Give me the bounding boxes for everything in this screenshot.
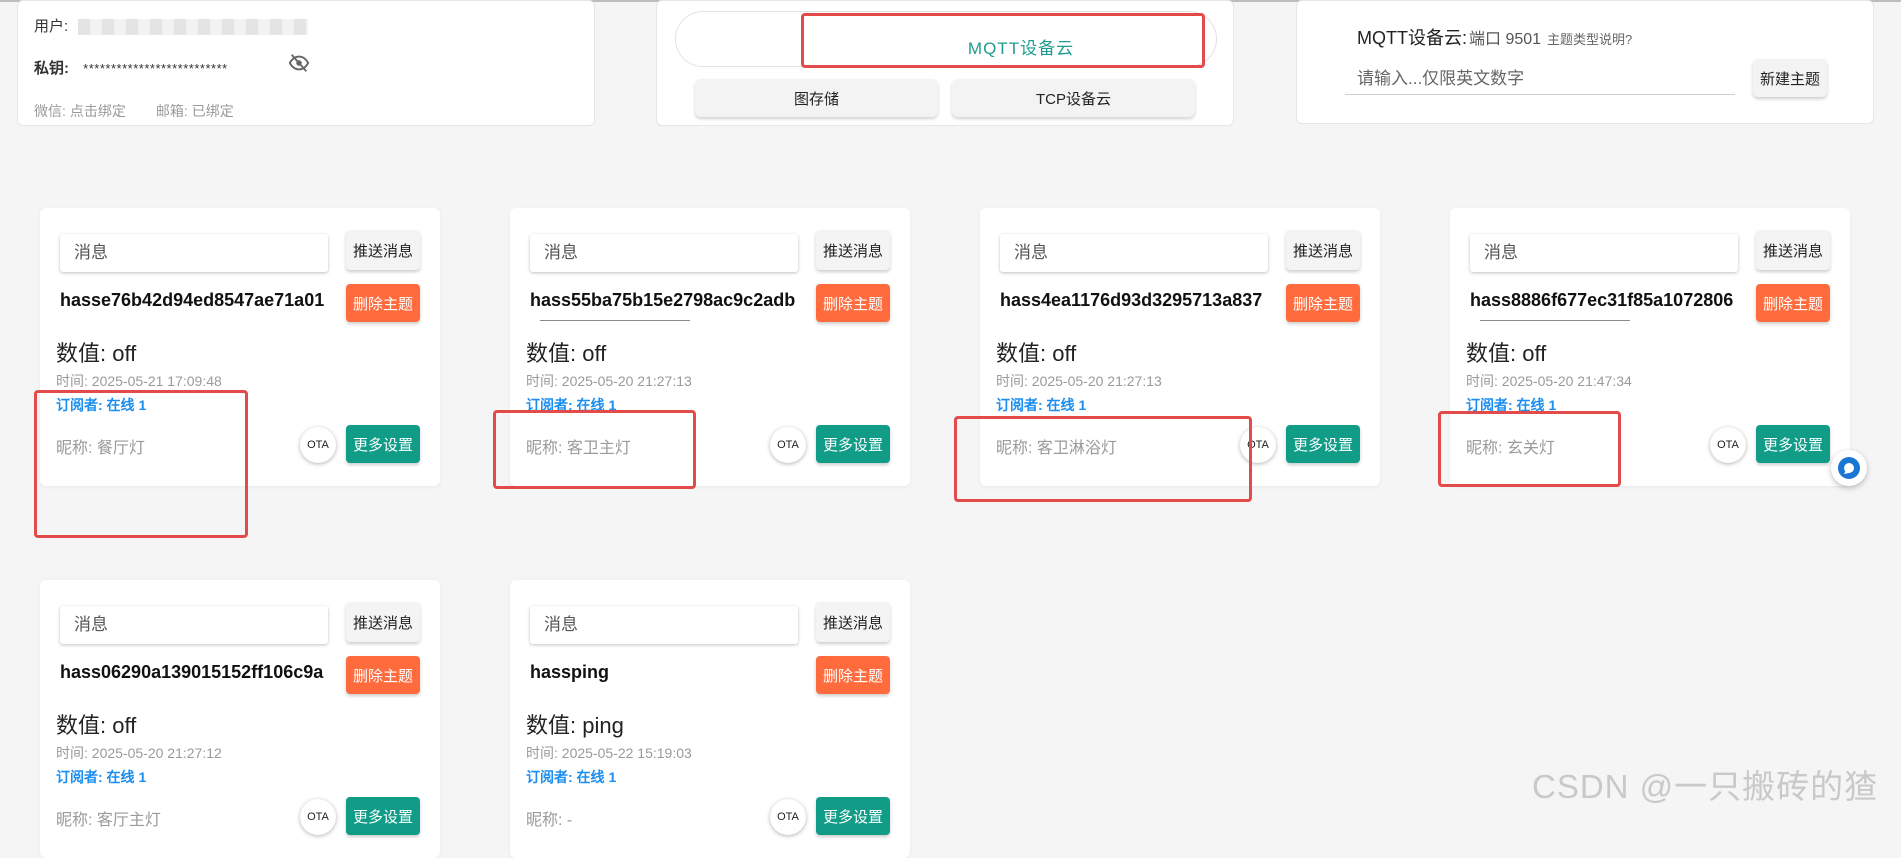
send-message-button[interactable]: 推送消息 (346, 230, 420, 270)
more-settings-button[interactable]: 更多设置 (816, 425, 890, 463)
delete-topic-button[interactable]: 删除主题 (816, 656, 890, 694)
tab-image-storage[interactable]: 图存储 (695, 79, 938, 117)
topic-name: hasse76b42d94ed8547ae71a01 (60, 290, 325, 310)
new-topic-title: MQTT设备云: (1357, 28, 1467, 48)
more-settings-button[interactable]: 更多设置 (1756, 425, 1830, 463)
highlight-box-nickname (493, 410, 696, 489)
ota-button[interactable]: OTA (770, 799, 806, 835)
wechat-bind-link[interactable]: 点击绑定 (70, 103, 126, 119)
topic-value: 数值: off (1466, 341, 1547, 366)
bind-links: 微信: 点击绑定 邮箱: 已绑定 (34, 101, 238, 121)
device-nickname: 昵称: - (526, 812, 573, 829)
new-topic-input[interactable] (1345, 63, 1735, 95)
ota-button[interactable]: OTA (1710, 427, 1746, 463)
topic-time: 时间: 2025-05-20 21:27:13 (526, 373, 692, 389)
send-message-button[interactable]: 推送消息 (1286, 230, 1360, 270)
device-nickname: 昵称: 客厅主灯 (56, 812, 161, 829)
more-settings-button[interactable]: 更多设置 (816, 797, 890, 835)
topic-time: 时间: 2025-05-20 21:27:13 (996, 373, 1162, 389)
message-input[interactable] (1000, 234, 1268, 272)
email-label: 邮箱: (155, 103, 188, 119)
topic-value: 数值: ping (526, 713, 624, 738)
message-input[interactable] (60, 234, 328, 272)
subscriber-status[interactable]: 订阅者: 在线 1 (526, 767, 616, 787)
highlight-box-nickname (954, 416, 1252, 502)
highlight-box-mqtt-tab (801, 13, 1205, 68)
key-row: 私钥: ************************** (34, 57, 228, 78)
delete-topic-button[interactable]: 删除主题 (816, 284, 890, 322)
account-panel: 用户: 私钥: ************************** 微信: 点击… (17, 0, 595, 126)
topic-name: hass06290a139015152ff106c9a (60, 662, 324, 682)
send-message-button[interactable]: 推送消息 (816, 602, 890, 642)
email-status: 已绑定 (191, 103, 234, 119)
message-input[interactable] (60, 606, 328, 644)
topic-scroll-indicator (1480, 320, 1630, 321)
delete-topic-button[interactable]: 删除主题 (346, 284, 420, 322)
topic-time: 时间: 2025-05-20 21:47:34 (1466, 373, 1632, 389)
chat-bubble-icon (1838, 457, 1860, 479)
send-message-button[interactable]: 推送消息 (816, 230, 890, 270)
wechat-label: 微信: (34, 103, 66, 119)
user-row: 用户: (34, 15, 309, 36)
new-topic-header: MQTT设备云: 端口 9501 主题类型说明? (1357, 24, 1632, 50)
ota-button[interactable]: OTA (770, 427, 806, 463)
topic-value: 数值: off (56, 713, 137, 738)
ota-button[interactable]: OTA (300, 799, 336, 835)
highlight-box-nickname (34, 390, 248, 538)
message-input[interactable] (1470, 234, 1738, 272)
key-label: 私钥: (34, 60, 69, 77)
ota-button[interactable]: OTA (300, 427, 336, 463)
topic-value: 数值: off (56, 341, 137, 366)
more-settings-button[interactable]: 更多设置 (346, 797, 420, 835)
topic-card: 推送消息 hass06290a139015152ff106c9a 删除主题 数值… (40, 580, 440, 858)
delete-topic-button[interactable]: 删除主题 (1756, 284, 1830, 322)
topic-name: hass4ea1176d93d3295713a837 (1000, 290, 1263, 310)
port-info: 端口 9501 (1469, 31, 1542, 48)
watermark: CSDN @一只搬砖的猹 (1532, 768, 1879, 805)
topic-time: 时间: 2025-05-20 21:27:12 (56, 745, 222, 761)
message-input[interactable] (530, 234, 798, 272)
message-input[interactable] (530, 606, 798, 644)
chat-float-button[interactable] (1831, 450, 1867, 486)
user-name-redacted (78, 19, 309, 36)
subscriber-status[interactable]: 订阅者: 在线 1 (996, 395, 1086, 415)
eye-off-icon[interactable] (288, 52, 310, 74)
topic-value: 数值: off (996, 341, 1077, 366)
topic-time: 时间: 2025-05-21 17:09:48 (56, 373, 222, 389)
delete-topic-button[interactable]: 删除主题 (346, 656, 420, 694)
topic-card: 推送消息 hassping 删除主题 数值: ping 时间: 2025-05-… (510, 580, 910, 858)
send-message-button[interactable]: 推送消息 (1756, 230, 1830, 270)
key-masked: ************************** (83, 61, 228, 76)
subscriber-status[interactable]: 订阅者: 在线 1 (56, 767, 146, 787)
topic-name: hassping (530, 662, 610, 682)
topic-type-help-link[interactable]: 主题类型说明? (1547, 32, 1632, 47)
topic-time: 时间: 2025-05-22 15:19:03 (526, 745, 692, 761)
topic-name: hass55ba75b15e2798ac9c2adb (530, 290, 796, 310)
new-topic-panel: MQTT设备云:端口 9501 主题类型说明? 新建主题 (1296, 0, 1874, 124)
more-settings-button[interactable]: 更多设置 (1286, 425, 1360, 463)
user-label: 用户: (34, 18, 69, 35)
more-settings-button[interactable]: 更多设置 (346, 425, 420, 463)
new-topic-button[interactable]: 新建主题 (1753, 59, 1827, 97)
topic-scroll-indicator (540, 320, 690, 321)
topic-value: 数值: off (526, 341, 607, 366)
tab-tcp-cloud[interactable]: TCP设备云 (952, 79, 1195, 117)
delete-topic-button[interactable]: 删除主题 (1286, 284, 1360, 322)
highlight-box-nickname (1438, 411, 1621, 487)
topic-name: hass8886f677ec31f85a1072806 (1470, 290, 1734, 310)
send-message-button[interactable]: 推送消息 (346, 602, 420, 642)
